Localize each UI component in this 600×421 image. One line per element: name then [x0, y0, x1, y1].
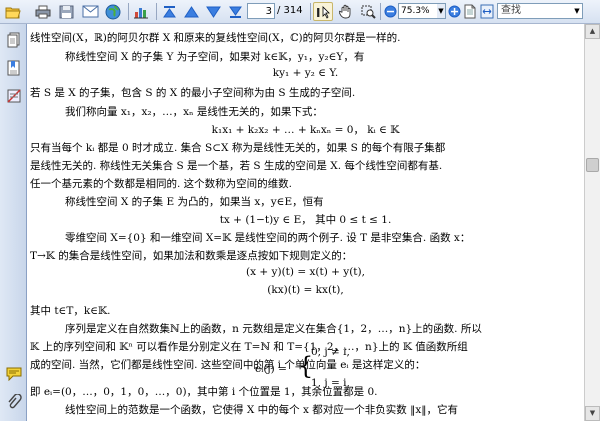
vertical-scrollbar[interactable]: ▲ ▼ — [584, 24, 600, 421]
toolbar-separator — [310, 3, 311, 20]
text-line: 我们称向量 x₁，x₂，…，xₙ 是线性无关的，如果下式： — [65, 106, 323, 118]
next-page-icon[interactable] — [203, 2, 223, 21]
fit-width-icon[interactable] — [479, 2, 495, 21]
chart-icon[interactable] — [131, 2, 151, 21]
text-select-tool-icon[interactable]: I — [313, 2, 333, 21]
scroll-down-arrow[interactable]: ▼ — [585, 406, 600, 421]
formula-line: (kx)(t) = kx(t), — [267, 284, 344, 296]
navigation-sidebar — [0, 24, 27, 421]
save-icon[interactable] — [56, 2, 76, 21]
text-line: T→𝕂 的集合是线性空间，如果加法和数乘是逐点按如下规则定义的： — [30, 250, 353, 262]
zoom-dropdown-arrow[interactable]: ▼ — [437, 3, 446, 19]
document-page[interactable]: 线性空间(X，ℝ)的阿贝尔群 X 和原来的复线性空间(X，ℂ)的阿贝尔群是一样的… — [27, 24, 584, 421]
fit-page-icon[interactable] — [462, 2, 478, 21]
first-page-icon[interactable] — [159, 2, 179, 21]
snapshot-tool-icon[interactable] — [358, 2, 378, 21]
page-total-label: / 314 — [277, 5, 303, 16]
formula-line: ky₁ + y₂ ∈ Y. — [272, 67, 339, 79]
text-line: 线性空间上的范数是一个函数，它使得 X 中的每个 x 都对应一个非负实数 ‖x‖… — [65, 404, 459, 416]
text-line: 称线性空间 X 的子集 E 为凸的，如果当 x，y∈E，恒有 — [65, 196, 324, 208]
text-line: 即 eᵢ=(0，…，0，1，0，…，0)，其中第 i 个位置是 1，其余位置都是… — [30, 386, 378, 398]
open-folder-icon[interactable] — [3, 2, 23, 21]
attachments-panel-icon[interactable] — [6, 88, 22, 104]
last-page-icon[interactable] — [225, 2, 245, 21]
zoom-in-icon[interactable] — [447, 2, 461, 21]
zoom-out-icon[interactable] — [383, 2, 397, 21]
toolbar: / 314 I 75.3% ▼ 查找 ▼ — [0, 0, 600, 24]
text-line: 线性空间(X，ℝ)的阿贝尔群 X 和原来的复线性空间(X，ℂ)的阿贝尔群是一样的… — [30, 32, 401, 44]
zoom-level-field[interactable]: 75.3% — [398, 3, 438, 19]
svg-text:I: I — [316, 6, 320, 19]
pages-panel-icon[interactable] — [6, 32, 22, 48]
bookmarks-panel-icon[interactable] — [6, 60, 22, 76]
page-number-input[interactable] — [247, 3, 275, 19]
piecewise-case-line: 0, j ≠ i, — [311, 346, 350, 358]
search-dropdown-arrow[interactable]: ▼ — [572, 4, 582, 18]
text-line: 其中 t∈T，k∈𝕂. — [30, 305, 111, 317]
toolbar-separator — [380, 3, 381, 20]
toolbar-separator — [156, 3, 157, 20]
text-line: 若 S 是 X 的子集，包含 S 的 X 的最小子空间称为由 S 生成的子空间. — [30, 87, 356, 99]
text-line: 𝕂 上的序列空间和 𝕂ⁿ 可以看作是分别定义在 T=ℕ 和 T={1，2，…，n… — [30, 341, 468, 353]
print-icon[interactable] — [33, 2, 53, 21]
text-line: 零维空间 X={0} 和一维空间 X=𝕂 是线性空间的两个例子. 设 T 是非空… — [65, 232, 471, 244]
paperclip-icon[interactable] — [6, 393, 22, 410]
comments-panel-icon[interactable] — [6, 366, 22, 382]
text-line: 是线性无关的. 称线性无关集合 S 是一个基，若 S 生成的空间是 X. 每个线… — [30, 160, 443, 172]
text-line: 任一个基元素的个数都是相同的. 这个数称为空间的维数. — [30, 178, 293, 190]
text-line: 只有当每个 kᵢ 都是 0 时才成立. 集合 S⊂X 称为是线性无关的，如果 S… — [30, 142, 446, 154]
search-input[interactable]: 查找 — [497, 3, 583, 19]
hand-tool-icon[interactable] — [336, 2, 356, 21]
text-line: 称线性空间 X 的子集 Y 为子空间，如果对 k∈𝕂，y₁，y₂∈Y，有 — [65, 51, 365, 63]
formula-line: k₁x₁ + k₂x₂ + … + kₙxₙ = 0， kᵢ ∈ 𝕂 — [211, 124, 400, 136]
piecewise-lhs: eᵢ(j) = — [255, 363, 287, 375]
email-icon[interactable] — [80, 2, 100, 21]
previous-page-icon[interactable] — [181, 2, 201, 21]
formula-line: (x + y)(t) = x(t) + y(t), — [246, 266, 365, 278]
scroll-thumb[interactable] — [586, 158, 599, 172]
globe-icon[interactable] — [103, 2, 123, 21]
toolbar-separator — [128, 3, 129, 20]
formula-line: tx + (1−t)y ∈ E， 其中 0 ≤ t ≤ 1. — [219, 214, 392, 226]
text-line: 序列是定义在自然数集ℕ上的函数，n 元数组是定义在集合{1，2，…，n}上的函数… — [65, 323, 482, 335]
scroll-up-arrow[interactable]: ▲ — [585, 24, 600, 39]
text-line: 成的空间. 当然，它们都是线性空间. 这些空间中的第 i 个单位向量 eᵢ 是这… — [30, 359, 426, 371]
